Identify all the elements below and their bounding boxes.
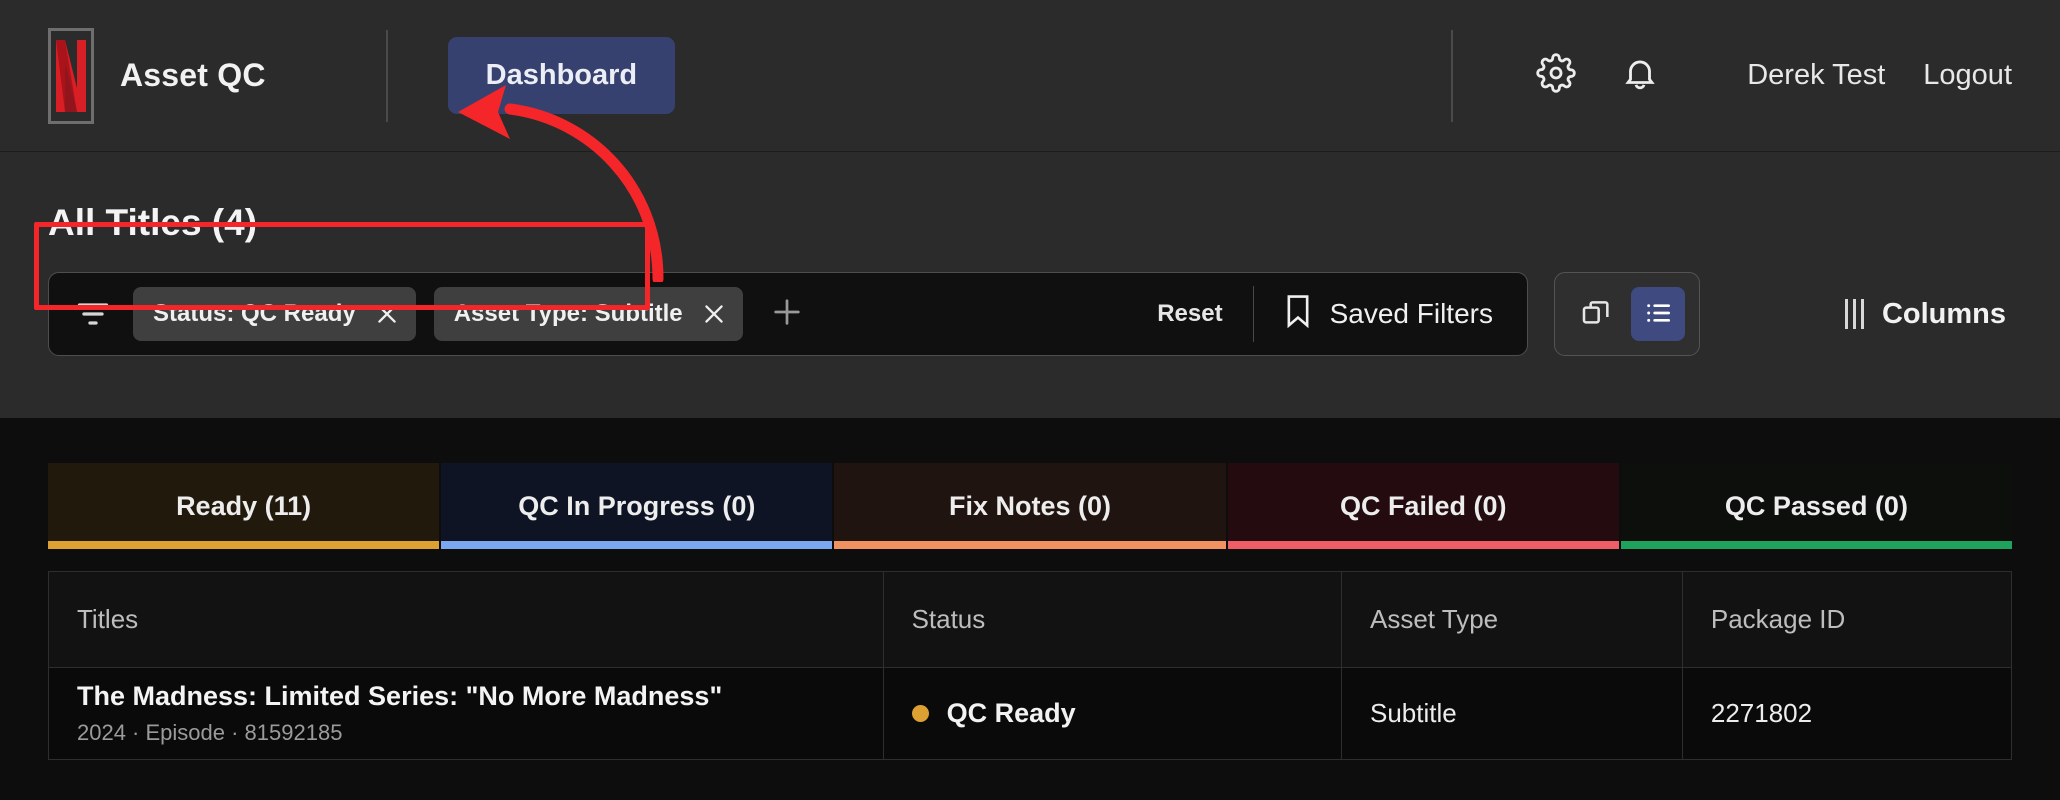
- tab-label: QC Failed (0): [1339, 490, 1507, 521]
- close-x-icon[interactable]: [374, 301, 400, 327]
- filter-chip-label: Asset Type: Subtitle: [453, 300, 683, 327]
- columns-label: Columns: [1881, 297, 2006, 330]
- tab-underline: [48, 541, 440, 549]
- app-title: Asset QC: [120, 57, 266, 93]
- bell-icon: [1621, 54, 1659, 97]
- column-header-titles[interactable]: Titles: [48, 571, 884, 668]
- header-divider: [385, 29, 388, 122]
- tab-underline: [1620, 541, 2013, 549]
- status-dot-icon: [911, 705, 929, 722]
- list-view-icon: [1642, 297, 1674, 332]
- logout-link[interactable]: Logout: [1923, 59, 2012, 92]
- tab-qc-in-progress[interactable]: QC In Progress (0): [441, 463, 835, 549]
- header-right-group: Derek Test Logout: [1451, 0, 2060, 151]
- cell-title[interactable]: The Madness: Limited Series: "No More Ma…: [48, 667, 884, 760]
- tab-ready[interactable]: Ready (11): [48, 463, 442, 549]
- filter-chip-bar: Status: QC Ready Asset Type: Subtitle Re…: [48, 272, 1528, 356]
- tab-underline: [441, 541, 833, 549]
- table-body: The Madness: Limited Series: "No More Ma…: [48, 667, 2013, 760]
- titles-table-section: Titles Status Asset Type Package ID The …: [0, 549, 2060, 760]
- tab-underline: [1227, 541, 1619, 549]
- tab-label: Ready (11): [176, 490, 312, 521]
- cell-package-id: 2271802: [1681, 667, 2013, 760]
- row-title: The Madness: Limited Series: "No More Ma…: [77, 681, 723, 711]
- tab-fix-notes[interactable]: Fix Notes (0): [834, 463, 1228, 549]
- reset-filters-button[interactable]: Reset: [1157, 300, 1252, 328]
- filter-chip-label: Status: QC Ready: [153, 300, 356, 327]
- status-tabs-section: Ready (11) QC In Progress (0) Fix Notes …: [0, 418, 2060, 549]
- bookmark-icon: [1284, 294, 1312, 335]
- tab-underline: [834, 541, 1226, 549]
- table-row[interactable]: The Madness: Limited Series: "No More Ma…: [48, 667, 2013, 760]
- user-name[interactable]: Derek Test: [1747, 59, 1885, 92]
- column-header-package-id[interactable]: Package ID: [1682, 571, 2013, 668]
- tab-label: QC Passed (0): [1724, 490, 1908, 521]
- card-view-button[interactable]: [1569, 287, 1623, 341]
- app-header: Asset QC Dashboard Derek Test Logout: [0, 0, 2060, 152]
- row-meta: 2024 · Episode · 81592185: [77, 720, 343, 745]
- cell-status: QC Ready: [882, 667, 1342, 760]
- nav-dashboard-button[interactable]: Dashboard: [447, 37, 676, 114]
- notifications-button[interactable]: [1609, 45, 1671, 107]
- asset-type-value: Subtitle: [1369, 698, 1457, 728]
- cell-asset-type: Subtitle: [1340, 667, 1683, 760]
- settings-button[interactable]: [1525, 45, 1587, 107]
- tab-qc-failed[interactable]: QC Failed (0): [1227, 463, 1621, 549]
- tab-qc-passed[interactable]: QC Passed (0): [1620, 463, 2013, 549]
- tab-label: QC In Progress (0): [518, 490, 756, 521]
- titles-table: Titles Status Asset Type Package ID The …: [48, 571, 2013, 760]
- plus-icon: [770, 295, 804, 334]
- column-header-asset-type[interactable]: Asset Type: [1341, 571, 1683, 668]
- list-view-button[interactable]: [1631, 287, 1685, 341]
- netflix-n-logo-icon: [48, 27, 94, 124]
- status-badge: QC Ready: [911, 698, 1313, 729]
- brand: Asset QC: [48, 27, 266, 124]
- titles-section: All Titles (4) Status: QC Ready Asset Ty…: [0, 85, 2060, 418]
- table-header: Titles Status Asset Type Package ID: [48, 571, 2013, 668]
- view-mode-toggle: [1554, 272, 1700, 356]
- column-header-status[interactable]: Status: [883, 571, 1342, 668]
- card-view-icon: [1580, 297, 1612, 332]
- saved-filters-label: Saved Filters: [1329, 298, 1493, 329]
- status-tabs: Ready (11) QC In Progress (0) Fix Notes …: [48, 463, 2013, 549]
- saved-filters-button[interactable]: Saved Filters: [1254, 294, 1501, 335]
- package-id-value: 2271802: [1710, 698, 1813, 728]
- filter-chip-asset-type[interactable]: Asset Type: Subtitle: [433, 287, 743, 341]
- filter-actions: Reset Saved Filters: [1157, 273, 1501, 355]
- gear-icon: [1536, 53, 1576, 98]
- status-label: QC Ready: [946, 698, 1076, 728]
- filter-chip-status[interactable]: Status: QC Ready: [133, 287, 416, 341]
- add-filter-button[interactable]: [765, 292, 809, 336]
- filter-funnel-icon[interactable]: [75, 299, 111, 329]
- tab-label: Fix Notes (0): [948, 490, 1112, 521]
- close-x-icon[interactable]: [701, 301, 727, 327]
- filter-toolbar: Status: QC Ready Asset Type: Subtitle Re…: [48, 272, 2012, 356]
- page-title: All Titles (4): [48, 202, 258, 243]
- table-header-row: Titles Status Asset Type Package ID: [48, 571, 2013, 668]
- columns-button[interactable]: Columns: [1844, 297, 2012, 331]
- columns-bars-icon: [1844, 299, 1864, 329]
- header-divider-right: [1451, 29, 1454, 122]
